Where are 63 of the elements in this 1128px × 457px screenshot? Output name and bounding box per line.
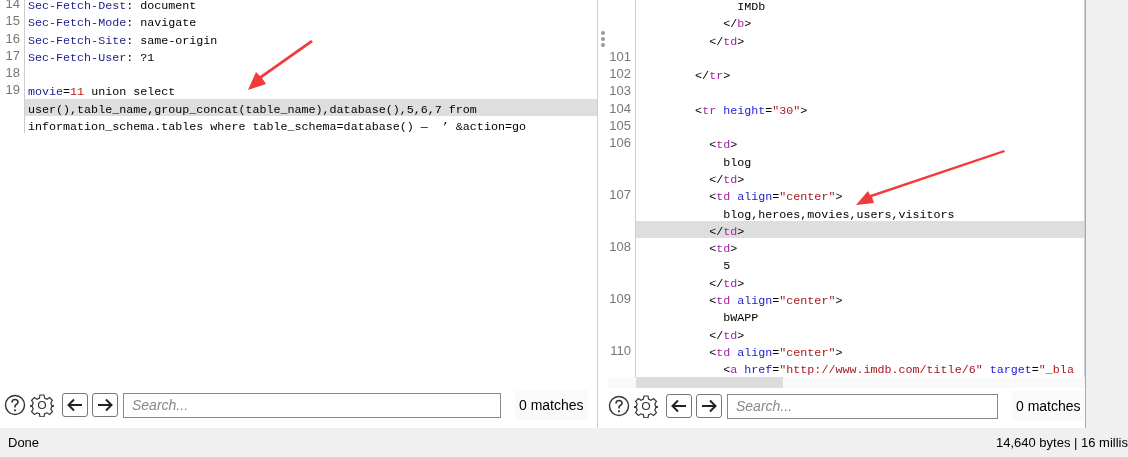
arrow-drawing <box>248 40 313 90</box>
line-number: 103 <box>609 83 631 99</box>
settings-icon[interactable] <box>30 393 54 417</box>
left-arrow-icon <box>671 399 687 413</box>
back-button[interactable] <box>62 393 88 417</box>
right-arrow-icon <box>97 398 113 412</box>
line-number: 101 <box>609 48 631 64</box>
line-number: 109 <box>609 291 631 307</box>
code-line: <a href=″http://www.imdb.com/title/6″ target=″_bla <box>722 363 1074 377</box>
left-arrow-icon <box>67 398 83 412</box>
help-icon[interactable] <box>4 394 26 416</box>
status-text: Done <box>8 433 40 452</box>
code-line: </b> <box>722 17 752 32</box>
line-number: 110 <box>610 342 631 358</box>
match-count: 0 matches <box>1012 391 1085 421</box>
code-line: information_schema.tables where table_schema=database() — ’ &action=go <box>28 120 526 135</box>
help-icon[interactable] <box>608 395 630 417</box>
scrollbar-track[interactable] <box>1085 0 1128 428</box>
line-number: 19 <box>5 82 20 98</box>
code-line: Sec-Fetch-User: ?1 <box>28 50 155 65</box>
search-field[interactable]: Search... <box>123 392 501 418</box>
settings-icon[interactable] <box>634 394 658 418</box>
code-line: movie=11 union select <box>28 85 176 100</box>
line-number: 104 <box>609 100 631 116</box>
code-line: </td> <box>708 276 745 291</box>
horizontal-scrollbar-thumb[interactable] <box>636 377 783 388</box>
code-line: <td> <box>708 242 738 257</box>
match-count: 0 matches <box>515 390 588 420</box>
code-line: bWAPP <box>722 311 759 326</box>
code-line: <td align=″center″> <box>708 294 843 309</box>
code-line: </td> <box>708 224 745 239</box>
line-number: 102 <box>609 66 631 82</box>
code-line: blog,heroes,movies,users,visitors <box>722 207 955 222</box>
code-line: Sec-Fetch-Dest: document <box>28 0 197 13</box>
code-line: </td> <box>708 328 745 343</box>
line-number: 107 <box>609 187 631 203</box>
splitter-handle[interactable] <box>601 31 605 47</box>
line-number: 108 <box>609 239 631 255</box>
code-line: <td> <box>708 138 738 153</box>
code-line: </td> <box>708 34 745 49</box>
forward-button[interactable] <box>696 394 722 418</box>
line-number: 17 <box>5 47 20 63</box>
line-number: 15 <box>5 13 20 29</box>
forward-button[interactable] <box>92 393 118 417</box>
code-line: <td align=″center″> <box>708 190 843 205</box>
code-line: <td align=″center″> <box>708 345 843 360</box>
code-line: Sec-Fetch-Site: same-origin <box>28 33 218 48</box>
code-line: user(),table_name,group_concat(table_name),database(),5,6,7 from <box>28 102 477 117</box>
back-button[interactable] <box>666 394 692 418</box>
line-number: 105 <box>609 118 631 134</box>
line-number: 106 <box>609 135 631 151</box>
line-number: 16 <box>5 30 20 46</box>
right-arrow-icon <box>701 399 717 413</box>
search-field[interactable]: Search... <box>727 393 998 419</box>
code-line: </tr> <box>694 69 731 84</box>
line-number: 18 <box>5 65 20 81</box>
code-line: </td> <box>708 172 745 187</box>
response-info: 14,640 bytes | 16 millis <box>996 433 1128 452</box>
code-line: IMDb <box>736 0 766 14</box>
code-line: <tr height=″30″> <box>694 103 808 118</box>
code-line: 5 <box>722 259 731 274</box>
code-line: Sec-Fetch-Mode: navigate <box>28 16 197 31</box>
code-line: blog <box>722 155 752 170</box>
